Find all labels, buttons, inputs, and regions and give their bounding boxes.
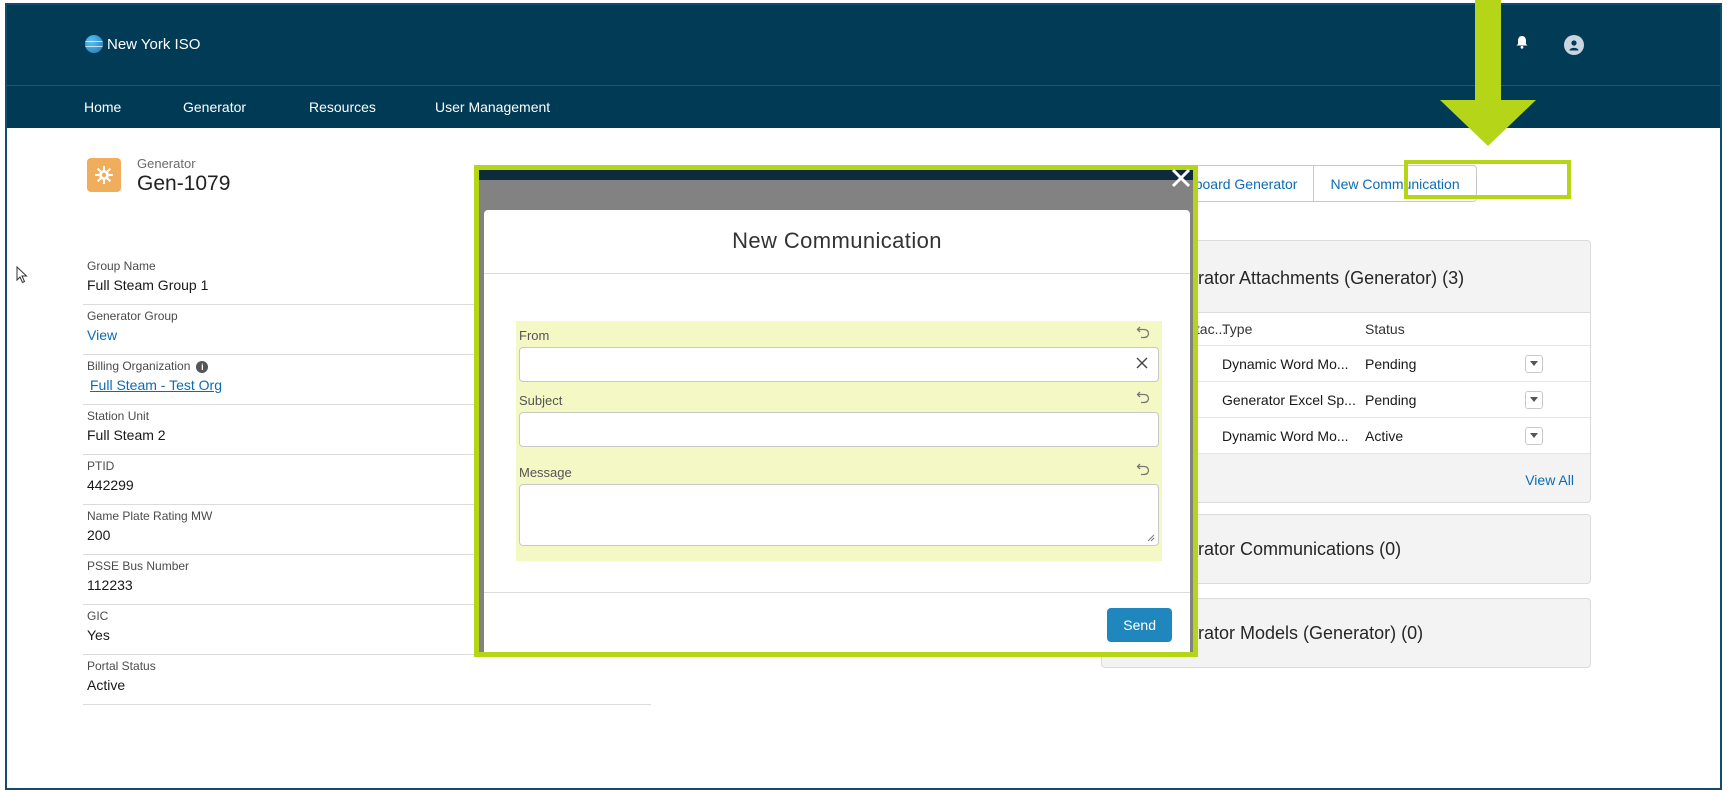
modal-title: New Communication	[484, 210, 1190, 274]
generator-gear-icon	[87, 158, 121, 192]
modal-overlay: New Communication From Subject Message S…	[474, 165, 1198, 657]
record-type: Generator	[137, 156, 196, 171]
record-name: Gen-1079	[137, 172, 231, 195]
attachment-status: Pending	[1365, 391, 1417, 408]
attachment-type: Dynamic Word Mo...	[1222, 427, 1349, 444]
down-arrow-annotation	[1440, 0, 1536, 146]
send-button[interactable]: Send	[1107, 608, 1172, 642]
communication-form: From Subject Message	[516, 321, 1162, 561]
modal-footer: Send	[484, 592, 1190, 652]
attachment-type: Generator Excel Sp...	[1222, 391, 1356, 408]
column-header[interactable]: Status	[1365, 321, 1525, 337]
logo-text: New York ISO	[107, 35, 201, 53]
view-all-link[interactable]: View All	[1525, 472, 1574, 488]
attachment-type: Dynamic Word Mo...	[1222, 355, 1349, 372]
resize-grip-icon[interactable]	[1147, 534, 1155, 542]
field-value: Active	[87, 677, 126, 693]
subject-label: Subject	[519, 393, 563, 408]
field-portal-status: Portal Status Active	[83, 655, 651, 705]
row-menu-chevron-down-icon[interactable]	[1525, 390, 1543, 409]
undo-icon[interactable]	[1136, 325, 1150, 339]
modal-backdrop-strip	[479, 170, 1193, 180]
info-icon[interactable]: i	[196, 361, 209, 373]
undo-icon[interactable]	[1136, 462, 1150, 476]
user-avatar-icon[interactable]	[1564, 35, 1584, 55]
nav-user-management[interactable]: User Management	[435, 99, 550, 115]
new-communication-highlight	[1404, 160, 1571, 199]
from-label: From	[519, 328, 550, 343]
attachment-status: Active	[1365, 427, 1404, 444]
attachment-status: Pending	[1365, 355, 1417, 372]
globe-logo-icon	[85, 35, 103, 53]
subject-input[interactable]	[519, 412, 1159, 447]
field-label: Portal Status	[87, 659, 156, 673]
logo[interactable]: New York ISO	[85, 35, 200, 53]
mouse-cursor-icon	[16, 266, 28, 284]
row-menu-chevron-down-icon[interactable]	[1525, 354, 1543, 373]
row-menu-chevron-down-icon[interactable]	[1525, 426, 1543, 445]
new-communication-modal: New Communication From Subject Message S…	[484, 210, 1190, 652]
clear-icon[interactable]	[1136, 357, 1148, 369]
message-label: Message	[519, 465, 572, 480]
column-header[interactable]: Type	[1222, 321, 1365, 337]
nav-resources[interactable]: Resources	[309, 99, 376, 115]
undo-icon[interactable]	[1136, 390, 1150, 404]
message-textarea[interactable]	[519, 484, 1159, 546]
nav-generator[interactable]: Generator	[183, 99, 246, 115]
billing-org-label: Billing Organization	[87, 359, 191, 373]
from-input[interactable]	[519, 347, 1159, 382]
close-icon[interactable]	[1170, 167, 1192, 189]
nav-home[interactable]: Home	[84, 99, 121, 115]
